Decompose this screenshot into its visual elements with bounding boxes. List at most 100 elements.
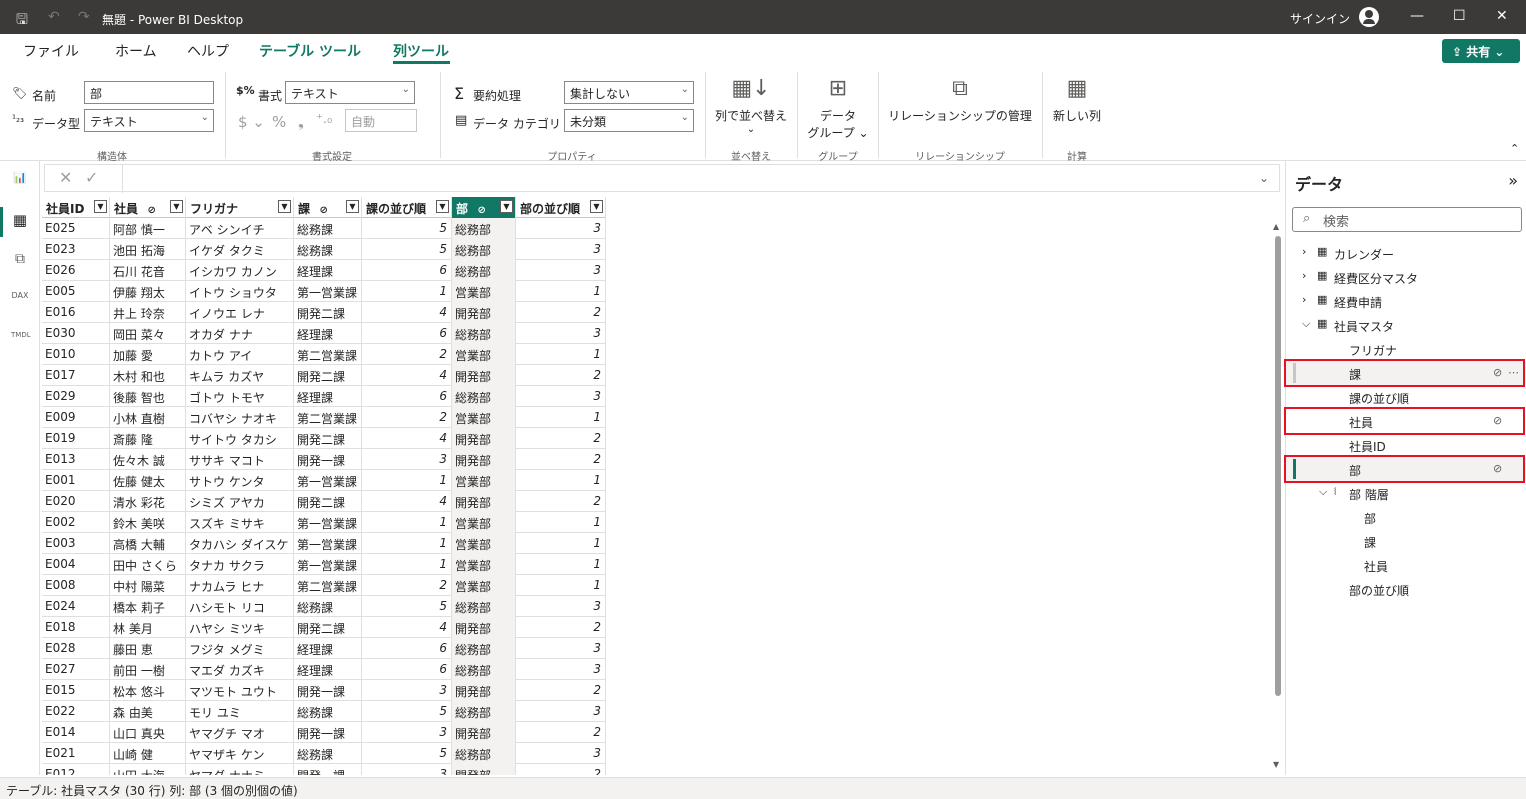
cell-department-order[interactable]: 3 [516,323,606,344]
filter-dropdown-icon[interactable]: ▼ [500,200,513,213]
cell-section-order[interactable]: 5 [362,239,452,260]
maximize-icon[interactable]: ☐ [1453,8,1466,24]
chevron-right-icon[interactable]: › [1302,245,1306,258]
cell-section-order[interactable]: 5 [362,743,452,764]
cell-department-order[interactable]: 1 [516,533,606,554]
filter-dropdown-icon[interactable]: ▼ [170,200,183,213]
field-section-order[interactable]: 課の並び順 [1286,385,1526,409]
cell-employee-id[interactable]: E010 [42,344,110,365]
cell-department-order[interactable]: 1 [516,407,606,428]
cell-section[interactable]: 第一営業課 [294,281,362,302]
cell-department[interactable]: 総務部 [452,239,516,260]
cell-employee[interactable]: 藤田 恵 [110,638,186,659]
tab-help[interactable]: ヘルプ [187,41,229,61]
cell-department[interactable]: 営業部 [452,407,516,428]
hierarchy-level[interactable]: 社員 [1286,553,1526,577]
cell-department-order[interactable]: 2 [516,764,606,775]
share-button[interactable]: ⇪ 共有 ⌄ [1442,39,1520,63]
column-header-department-order[interactable]: 部の並び順 ▼ [516,197,606,218]
cell-employee-id[interactable]: E022 [42,701,110,722]
field-section[interactable]: 課 ⊘ ⋯ [1284,359,1526,387]
cell-employee[interactable]: 小林 直樹 [110,407,186,428]
cell-section-order[interactable]: 6 [362,323,452,344]
cell-furigana[interactable]: オカダ ナナ [186,323,294,344]
vertical-scrollbar[interactable]: ▲ ▼ [1273,222,1282,772]
cell-department-order[interactable]: 2 [516,428,606,449]
datatype-select[interactable]: テキスト ⌄ [84,109,214,132]
data-groups-button[interactable]: ⊞ データ グループ ⌄ [803,76,873,141]
comma-icon[interactable]: ❟ [298,113,304,131]
cell-employee-id[interactable]: E020 [42,491,110,512]
field-employee[interactable]: 社員 ⊘ [1284,407,1526,435]
cell-section[interactable]: 総務課 [294,701,362,722]
close-icon[interactable]: ✕ [1496,8,1508,24]
cell-furigana[interactable]: カトウ アイ [186,344,294,365]
sort-by-column-button[interactable]: ▦↓ 列で並べ替え ⌄ [711,76,791,135]
manage-relationships-button[interactable]: ⧉ リレーションシップの管理 [884,76,1036,124]
cell-department[interactable]: 営業部 [452,281,516,302]
column-header-section-order[interactable]: 課の並び順 ▼ [362,197,452,218]
cell-employee-id[interactable]: E024 [42,596,110,617]
cell-department[interactable]: 営業部 [452,470,516,491]
cell-section-order[interactable]: 1 [362,470,452,491]
cell-furigana[interactable]: タカハシ ダイスケ [186,533,294,554]
cell-department[interactable]: 総務部 [452,596,516,617]
cell-section[interactable]: 第一営業課 [294,533,362,554]
cell-section[interactable]: 開発一課 [294,449,362,470]
search-input[interactable]: ⌕ 検索 [1292,207,1522,232]
cell-department[interactable]: 営業部 [452,512,516,533]
cell-furigana[interactable]: サイトウ タカシ [186,428,294,449]
hierarchy-level[interactable]: 課 [1286,529,1526,553]
cell-section-order[interactable]: 6 [362,260,452,281]
table-item[interactable]: › ▦ カレンダー [1286,241,1526,265]
cell-section-order[interactable]: 1 [362,281,452,302]
cell-employee[interactable]: 中村 陽菜 [110,575,186,596]
cell-furigana[interactable]: ゴトウ トモヤ [186,386,294,407]
cell-furigana[interactable]: マエダ カズキ [186,659,294,680]
currency-icon[interactable]: $ ⌄ [238,113,265,131]
cell-section-order[interactable]: 4 [362,302,452,323]
cell-furigana[interactable]: ナカムラ ヒナ [186,575,294,596]
format-select[interactable]: テキスト ⌄ [285,81,415,104]
cell-furigana[interactable]: イケダ タクミ [186,239,294,260]
cell-employee-id[interactable]: E016 [42,302,110,323]
cell-furigana[interactable]: スズキ ミサキ [186,512,294,533]
cell-department-order[interactable]: 3 [516,218,606,239]
chevron-right-icon[interactable]: › [1302,293,1306,306]
cell-employee[interactable]: 佐藤 健太 [110,470,186,491]
cell-section[interactable]: 開発一課 [294,764,362,775]
cell-section[interactable]: 開発二課 [294,428,362,449]
cell-department-order[interactable]: 1 [516,281,606,302]
cell-department-order[interactable]: 2 [516,365,606,386]
cell-section-order[interactable]: 3 [362,722,452,743]
cell-employee[interactable]: 橋本 莉子 [110,596,186,617]
cell-section[interactable]: 総務課 [294,596,362,617]
cell-department[interactable]: 総務部 [452,743,516,764]
cell-employee[interactable]: 山口 真央 [110,722,186,743]
filter-dropdown-icon[interactable]: ▼ [346,200,359,213]
cell-department-order[interactable]: 3 [516,260,606,281]
minimize-icon[interactable]: — [1410,8,1424,24]
field-department[interactable]: 部 ⊘ [1284,455,1526,483]
table-item[interactable]: ⌵ ▦ 社員マスタ [1286,313,1526,337]
cell-department[interactable]: 総務部 [452,386,516,407]
cell-employee[interactable]: 後藤 智也 [110,386,186,407]
column-header-section[interactable]: 課 ⊘ ▼ [294,197,362,218]
filter-dropdown-icon[interactable]: ▼ [436,200,449,213]
tmdl-view-icon[interactable]: TMDL [11,331,31,349]
cell-department-order[interactable]: 2 [516,449,606,470]
cell-section-order[interactable]: 3 [362,449,452,470]
filter-dropdown-icon[interactable]: ▼ [278,200,291,213]
cell-department[interactable]: 開発部 [452,680,516,701]
commit-icon[interactable]: ✓ [85,168,98,187]
cell-employee[interactable]: 岡田 菜々 [110,323,186,344]
cell-employee[interactable]: 山崎 健 [110,743,186,764]
cell-furigana[interactable]: ヤマザキ ケン [186,743,294,764]
cell-furigana[interactable]: キムラ カズヤ [186,365,294,386]
scrollbar-thumb[interactable] [1275,236,1281,696]
cell-furigana[interactable]: イシカワ カノン [186,260,294,281]
cell-section[interactable]: 経理課 [294,638,362,659]
cell-section-order[interactable]: 5 [362,701,452,722]
cell-employee[interactable]: 森 由美 [110,701,186,722]
scroll-up-icon[interactable]: ▲ [1273,222,1279,231]
